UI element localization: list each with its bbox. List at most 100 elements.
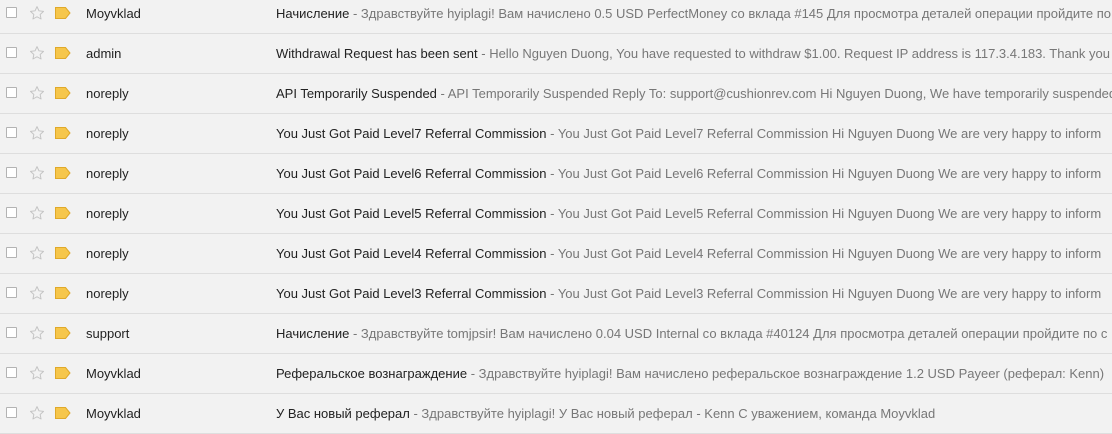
label-tag-icon[interactable] [55,127,71,139]
sender-name: admin [86,46,122,61]
email-preview: You Just Got Paid Level7 Referral Commis… [557,126,1102,141]
star-icon[interactable] [28,44,46,62]
sender-name: noreply [86,246,129,261]
subject-separator: - [436,86,448,101]
subject-separator: - [546,126,558,141]
label-tag-icon[interactable] [55,367,71,379]
email-row[interactable]: noreply You Just Got Paid Level7 Referra… [0,114,1112,154]
email-subject: API Temporarily Suspended [276,86,437,101]
subject-separator: - [477,46,490,61]
sender-name: noreply [86,126,129,141]
email-row[interactable]: Moyvklad У Вас новый реферал - Здравству… [0,394,1112,434]
sender-name: Moyvklad [86,406,141,421]
star-icon[interactable] [28,4,46,22]
email-snippet: You Just Got Paid Level5 Referral Commis… [276,194,1112,233]
email-preview: Hello Nguyen Duong, You have requested t… [489,46,1110,61]
email-list: Moyvklad Начисление - Здравствуйте hyipl… [0,0,1112,434]
select-checkbox[interactable] [6,127,17,138]
email-preview: You Just Got Paid Level3 Referral Commis… [557,286,1102,301]
select-checkbox[interactable] [6,167,17,178]
email-snippet: You Just Got Paid Level4 Referral Commis… [276,234,1112,273]
email-subject: You Just Got Paid Level4 Referral Commis… [276,246,547,261]
select-checkbox[interactable] [6,247,17,258]
email-row[interactable]: support Начисление - Здравствуйте tomjps… [0,314,1112,354]
star-icon[interactable] [28,244,46,262]
label-tag-icon[interactable] [55,7,71,19]
select-checkbox[interactable] [6,207,17,218]
sender-name: noreply [86,86,129,101]
subject-separator: - [349,6,361,21]
subject-separator: - [546,166,558,181]
email-snippet: API Temporarily Suspended - API Temporar… [276,74,1112,113]
star-icon[interactable] [28,124,46,142]
sender-name: noreply [86,206,129,221]
subject-separator: - [349,326,361,341]
email-snippet: You Just Got Paid Level6 Referral Commis… [276,154,1112,193]
label-tag-icon[interactable] [55,87,71,99]
email-subject: You Just Got Paid Level6 Referral Commis… [276,166,547,181]
email-subject: У Вас новый реферал [276,406,410,421]
email-snippet: You Just Got Paid Level3 Referral Commis… [276,274,1112,313]
email-preview: API Temporarily Suspended Reply To: supp… [447,86,1112,101]
select-checkbox[interactable] [6,407,17,418]
sender-name: Moyvklad [86,6,141,21]
email-subject: Withdrawal Request has been sent [276,46,478,61]
email-subject: Начисление [276,326,350,341]
email-preview: You Just Got Paid Level5 Referral Commis… [557,206,1102,221]
select-checkbox[interactable] [6,7,17,18]
email-row[interactable]: noreply API Temporarily Suspended - API … [0,74,1112,114]
star-icon[interactable] [28,324,46,342]
email-preview: Здравствуйте hyiplagi! Вам начислено 0.5… [360,6,1112,21]
email-snippet: У Вас новый реферал - Здравствуйте hyipl… [276,394,1112,433]
select-checkbox[interactable] [6,327,17,338]
email-preview: Здравствуйте hyiplagi! У Вас новый рефер… [421,406,936,421]
email-subject: You Just Got Paid Level7 Referral Commis… [276,126,547,141]
subject-separator: - [467,366,479,381]
email-snippet: Начисление - Здравствуйте tomjpsir! Вам … [276,314,1112,353]
star-icon[interactable] [28,204,46,222]
subject-separator: - [546,206,558,221]
sender-name: noreply [86,166,129,181]
email-preview: Здравствуйте hyiplagi! Вам начислено реф… [478,366,1105,381]
email-subject: You Just Got Paid Level3 Referral Commis… [276,286,547,301]
email-snippet: Withdrawal Request has been sent - Hello… [276,34,1112,73]
email-snippet: You Just Got Paid Level7 Referral Commis… [276,114,1112,153]
select-checkbox[interactable] [6,367,17,378]
subject-separator: - [546,246,558,261]
select-checkbox[interactable] [6,287,17,298]
email-row[interactable]: noreply You Just Got Paid Level5 Referra… [0,194,1112,234]
label-tag-icon[interactable] [55,407,71,419]
star-icon[interactable] [28,364,46,382]
subject-separator: - [409,406,422,421]
email-preview: You Just Got Paid Level6 Referral Commis… [557,166,1102,181]
sender-name: support [86,326,130,341]
subject-separator: - [546,286,558,301]
email-row[interactable]: noreply You Just Got Paid Level4 Referra… [0,234,1112,274]
email-snippet: Реферальское вознаграждение - Здравствуй… [276,354,1112,393]
email-row[interactable]: noreply You Just Got Paid Level6 Referra… [0,154,1112,194]
star-icon[interactable] [28,164,46,182]
star-icon[interactable] [28,404,46,422]
select-checkbox[interactable] [6,47,17,58]
email-row[interactable]: noreply You Just Got Paid Level3 Referra… [0,274,1112,314]
email-preview: You Just Got Paid Level4 Referral Commis… [557,246,1102,261]
email-row[interactable]: Moyvklad Начисление - Здравствуйте hyipl… [0,0,1112,34]
select-checkbox[interactable] [6,87,17,98]
email-preview: Здравствуйте tomjpsir! Вам начислено 0.0… [360,326,1108,341]
label-tag-icon[interactable] [55,47,71,59]
label-tag-icon[interactable] [55,207,71,219]
star-icon[interactable] [28,84,46,102]
email-row[interactable]: Moyvklad Реферальское вознаграждение - З… [0,354,1112,394]
email-row[interactable]: admin Withdrawal Request has been sent -… [0,34,1112,74]
sender-name: Moyvklad [86,366,141,381]
star-icon[interactable] [28,284,46,302]
email-snippet: Начисление - Здравствуйте hyiplagi! Вам … [276,0,1112,33]
label-tag-icon[interactable] [55,167,71,179]
label-tag-icon[interactable] [55,247,71,259]
sender-name: noreply [86,286,129,301]
label-tag-icon[interactable] [55,327,71,339]
email-subject: You Just Got Paid Level5 Referral Commis… [276,206,547,221]
email-subject: Начисление [276,6,350,21]
email-subject: Реферальское вознаграждение [276,366,468,381]
label-tag-icon[interactable] [55,287,71,299]
